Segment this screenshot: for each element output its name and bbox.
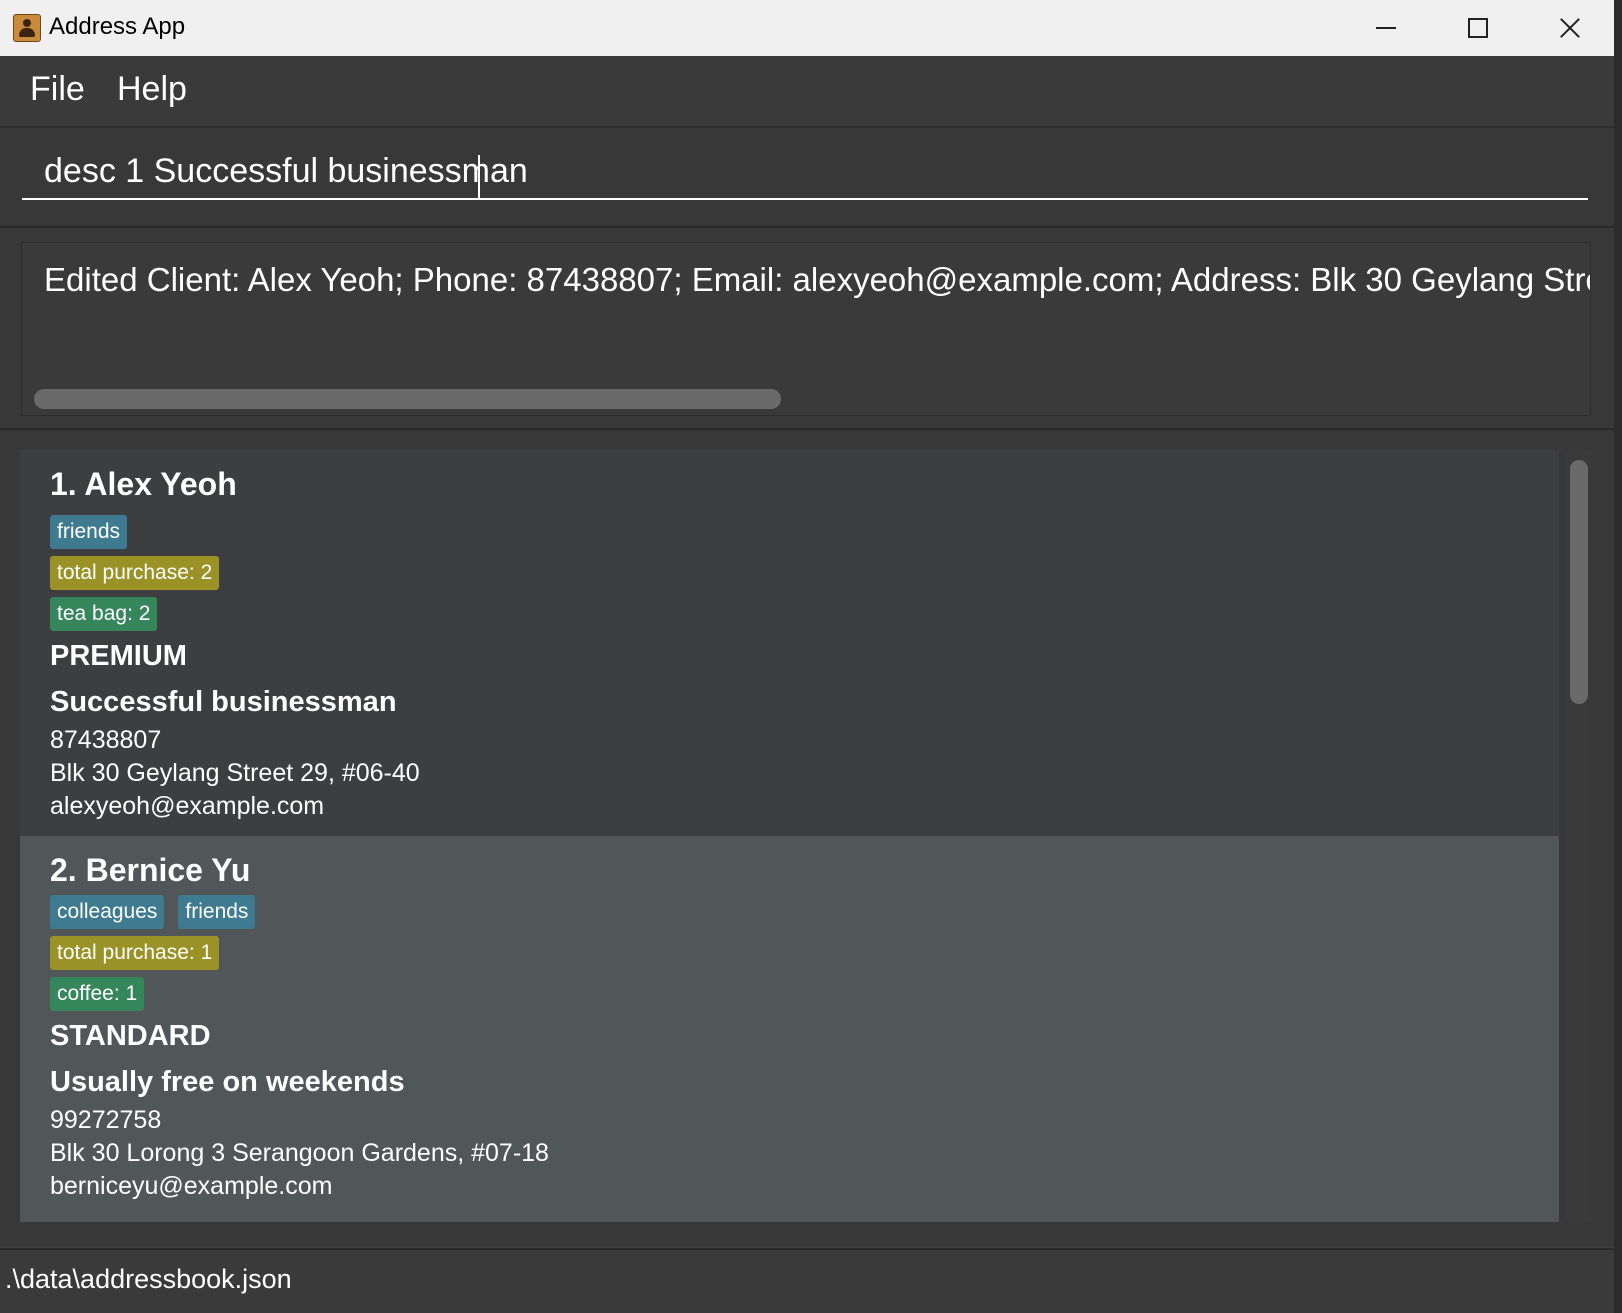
address-book-icon	[13, 14, 41, 42]
result-display-panel: Edited Client: Alex Yeoh; Phone: 8743880…	[0, 228, 1614, 430]
maximize-icon	[1468, 18, 1488, 38]
result-display[interactable]: Edited Client: Alex Yeoh; Phone: 8743880…	[21, 242, 1591, 416]
description: Successful businessman	[50, 686, 397, 718]
product-badge: tea bag: 2	[50, 597, 158, 631]
close-button[interactable]	[1530, 0, 1610, 56]
person-name: 1. Alex Yeoh	[50, 466, 237, 502]
list-scrollbar-thumb[interactable]	[1570, 460, 1588, 704]
purchase-row: total purchase: 2	[50, 556, 220, 590]
tag-list: friends	[50, 515, 128, 549]
save-location: .\data\addressbook.json	[5, 1264, 292, 1294]
command-box	[0, 128, 1614, 228]
minimize-button[interactable]	[1346, 0, 1426, 56]
phone: 87438807	[50, 726, 162, 754]
menu-help[interactable]: Help	[117, 70, 187, 109]
total-purchase-badge: total purchase: 2	[50, 556, 220, 590]
tier-label: STANDARD	[50, 1020, 211, 1052]
status-bar: .\data\addressbook.json	[0, 1248, 1614, 1313]
text-caret	[478, 155, 480, 199]
tier-label: PREMIUM	[50, 640, 187, 672]
person-list: 1. Alex Yeoh friends total purchase: 2 t…	[0, 430, 1614, 1246]
result-horizontal-scrollbar[interactable]	[34, 389, 781, 409]
email: berniceyu@example.com	[50, 1172, 333, 1200]
menu-file[interactable]: File	[30, 70, 85, 109]
tag: friends	[178, 895, 256, 929]
person-card[interactable]: 1. Alex Yeoh friends total purchase: 2 t…	[20, 450, 1559, 836]
app-window: Address App File Help Edited Client: Ale…	[0, 0, 1614, 1313]
address: Blk 30 Geylang Street 29, #06-40	[50, 759, 420, 787]
tag-list: colleagues friends	[50, 895, 256, 929]
person-card-selected[interactable]: 2. Bernice Yu colleagues friends total p…	[20, 836, 1559, 1222]
window-title: Address App	[49, 13, 186, 40]
description: Usually free on weekends	[50, 1066, 405, 1098]
command-input[interactable]	[22, 144, 1588, 200]
menu-bar: File Help	[0, 56, 1614, 128]
person-name: 2. Bernice Yu	[50, 852, 251, 888]
address: Blk 30 Lorong 3 Serangoon Gardens, #07-1…	[50, 1139, 549, 1167]
minimize-icon	[1376, 27, 1396, 29]
result-message: Edited Client: Alex Yeoh; Phone: 8743880…	[44, 261, 1591, 298]
total-purchase-badge: total purchase: 1	[50, 936, 220, 970]
phone: 99272758	[50, 1106, 162, 1134]
product-badge: coffee: 1	[50, 977, 145, 1011]
product-row: tea bag: 2	[50, 597, 158, 631]
tag: friends	[50, 515, 128, 549]
close-icon	[1559, 17, 1581, 39]
product-row: coffee: 1	[50, 977, 145, 1011]
maximize-button[interactable]	[1438, 0, 1518, 56]
title-bar: Address App	[0, 0, 1614, 56]
purchase-row: total purchase: 1	[50, 936, 220, 970]
email: alexyeoh@example.com	[50, 792, 325, 820]
tag: colleagues	[50, 895, 165, 929]
